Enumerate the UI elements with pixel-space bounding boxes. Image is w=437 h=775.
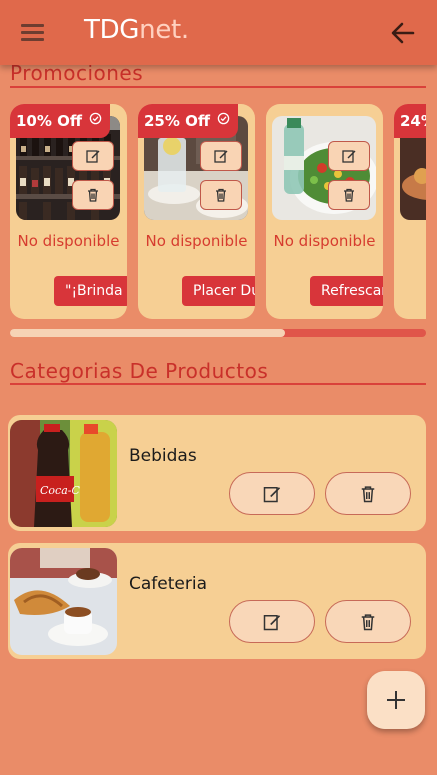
delete-promo-button[interactable]	[328, 180, 370, 210]
promo-name-button[interactable]: "¡Brinda con	[54, 276, 127, 306]
promo-status: No disponible	[145, 232, 248, 250]
promotions-carousel[interactable]: 10% Off No disponible "¡Brinda con	[10, 104, 426, 320]
trash-icon	[361, 613, 375, 630]
promo-status: No disponible	[273, 232, 376, 250]
discount-label: 25% Off	[144, 112, 211, 130]
promo-name-button[interactable]: Placer Dulce	[182, 276, 255, 306]
trash-icon	[361, 485, 375, 502]
promo-name-button[interactable]: Refrescante	[310, 276, 383, 306]
verified-badge-icon	[90, 112, 102, 125]
edit-category-button[interactable]	[229, 472, 315, 515]
edit-icon	[263, 486, 281, 502]
delete-category-button[interactable]	[325, 472, 411, 515]
arrow-back-icon[interactable]	[390, 20, 416, 46]
promo-card[interactable]: 24% Di	[394, 104, 426, 319]
edit-promo-button[interactable]	[328, 141, 370, 171]
verified-badge-icon	[218, 112, 230, 125]
promo-card[interactable]: No disponible Refrescante	[266, 104, 383, 319]
app-bar: TDGnet.	[0, 0, 437, 65]
promo-status: Di	[394, 232, 426, 250]
trash-icon	[344, 188, 354, 202]
category-image-cafeteria	[10, 548, 117, 655]
category-name: Bebidas	[129, 446, 197, 466]
edit-category-button[interactable]	[229, 600, 315, 643]
carousel-scroll-thumb[interactable]	[10, 329, 285, 337]
edit-icon	[263, 614, 281, 630]
categories-divider	[10, 383, 426, 385]
promotions-divider	[10, 86, 426, 88]
discount-label: 24%	[400, 112, 426, 130]
carousel-scrollbar[interactable]	[10, 329, 426, 337]
delete-promo-button[interactable]	[72, 180, 114, 210]
trash-icon	[88, 188, 98, 202]
edit-icon	[86, 150, 100, 163]
app-title-main: TDG	[84, 15, 140, 45]
add-icon	[387, 691, 405, 709]
promo-card[interactable]: 25% Off No disponible Placer Dulce	[138, 104, 255, 319]
add-fab-button[interactable]	[367, 671, 425, 729]
promo-card[interactable]: 10% Off No disponible "¡Brinda con	[10, 104, 127, 319]
categories-heading: Categorias De Productos	[10, 359, 269, 383]
discount-badge: 10% Off	[10, 104, 111, 138]
category-name: Cafeteria	[129, 574, 207, 594]
delete-promo-button[interactable]	[200, 180, 242, 210]
edit-promo-button[interactable]	[200, 141, 242, 171]
category-image-bebidas: Coca-Cola	[10, 420, 117, 527]
discount-badge: 25% Off	[138, 104, 239, 138]
edit-icon	[342, 150, 356, 163]
category-card-bebidas[interactable]: Coca-Cola Bebidas	[8, 415, 426, 531]
hamburger-menu-icon[interactable]	[21, 24, 44, 41]
discount-badge: 24%	[394, 104, 426, 138]
delete-category-button[interactable]	[325, 600, 411, 643]
app-title: TDGnet.	[84, 15, 189, 45]
trash-icon	[216, 188, 226, 202]
discount-label: 10% Off	[16, 112, 83, 130]
category-card-cafeteria[interactable]: Cafeteria	[8, 543, 426, 659]
edit-icon	[214, 150, 228, 163]
app-title-suffix: net.	[139, 15, 189, 45]
promo-status: No disponible	[17, 232, 120, 250]
edit-promo-button[interactable]	[72, 141, 114, 171]
